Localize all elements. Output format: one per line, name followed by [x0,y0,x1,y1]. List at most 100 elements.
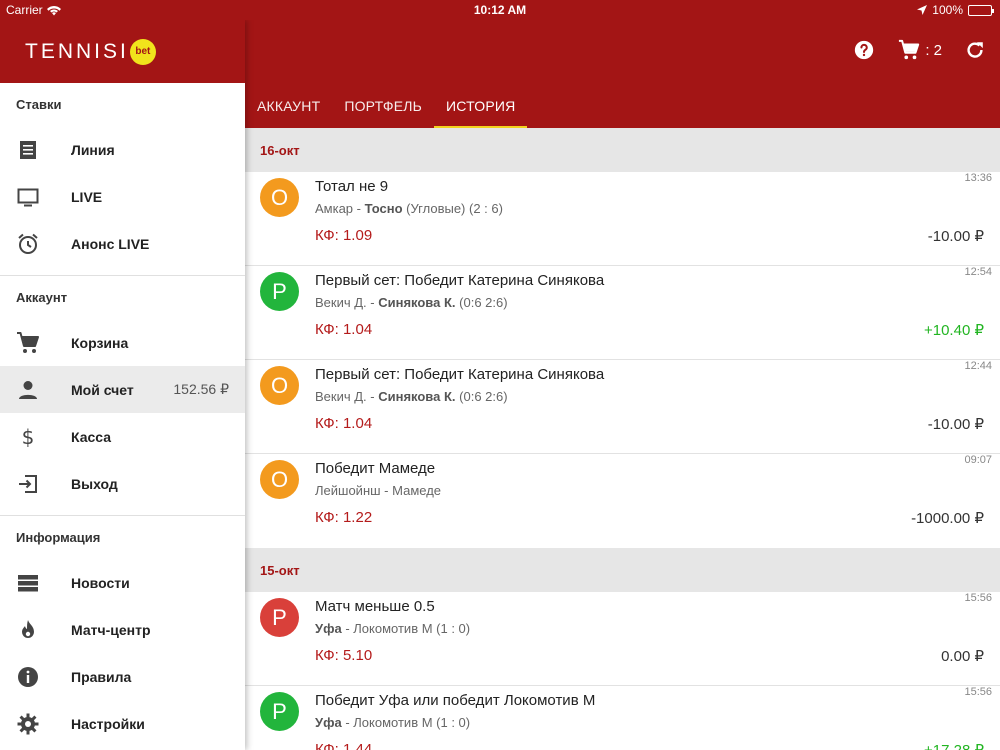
bet-coefficient: КФ: 1.22 [315,509,373,526]
section-title-info: Информация [16,530,101,545]
cart-icon [17,332,39,353]
bet-item[interactable]: О Победит Мамеде Лейшойнш - Мамеде КФ: 1… [245,454,1000,548]
team-b: Синякова К. [378,389,456,404]
nav-label: LIVE [71,188,103,205]
nav-label: Матч-центр [71,621,151,638]
nav-item-settings[interactable]: Настройки [0,700,245,747]
bet-title: Первый сет: Победит Катерина Синякова [315,272,605,289]
refresh-button[interactable] [964,39,986,61]
bet-status-avatar: Р [260,272,299,311]
nav-label: Новости [71,574,130,591]
bet-amount: -1000.00 ₽ [911,510,984,527]
team-a: Векич Д. [315,389,367,404]
bet-title: Победит Мамеде [315,460,436,477]
bet-amount: +17.28 ₽ [924,741,984,750]
bet-title: Первый сет: Победит Катерина Синякова [315,366,605,383]
event-extra: (0:6 2:6) [455,295,508,310]
team-separator: - [366,389,379,404]
section-title-bets: Ставки [16,97,62,112]
nav-item-live[interactable]: LIVE [0,173,245,220]
nav-label: Настройки [71,715,145,732]
history-list[interactable]: 16-окт О Тотал не 9 Амкар - Тосно (Углов… [245,128,1000,750]
monitor-icon [17,188,39,207]
bet-status-avatar: Р [260,692,299,731]
status-right: 100% [917,3,994,17]
nav-item-rules[interactable]: Правила [0,653,245,700]
exit-icon [19,475,37,493]
cart-button[interactable]: : 2 [897,39,942,61]
bet-event: Амкар - Тосно (Угловые) (2 : 6) [315,201,503,216]
bet-status-avatar: О [260,366,299,405]
bet-coefficient: КФ: 5.10 [315,647,373,664]
team-a: Уфа [315,621,342,636]
cart-icon [899,39,920,60]
section-title-account: Аккаунт [16,290,68,305]
person-icon [19,381,37,399]
bet-item[interactable]: Р Первый сет: Победит Катерина Синякова … [245,266,1000,360]
fire-icon [22,620,34,638]
drawer-header: TENNISI bet [0,20,245,83]
news-icon [18,575,38,592]
event-extra: (Угловые) (2 : 6) [402,201,503,216]
bet-event: Уфа - Локомотив М (1 : 0) [315,715,470,730]
nav-item-live-announce[interactable]: Анонс LIVE [0,220,245,267]
bet-time: 12:54 [964,266,992,278]
nav-label: Касса [71,428,112,445]
team-separator: - [366,295,379,310]
team-separator: - [341,715,354,730]
bet-time: 09:07 [964,454,992,466]
team-separator: - [380,483,393,498]
bet-coefficient: КФ: 1.04 [315,415,373,432]
tab-history[interactable]: ИСТОРИЯ [434,84,528,128]
bet-amount: -10.00 ₽ [927,228,984,245]
team-a: Амкар [315,201,354,216]
battery-percent: 100% [932,3,963,17]
nav-item-cashier[interactable]: $ Касса [0,413,245,460]
team-b: Тосно [364,201,403,216]
bet-coefficient: КФ: 1.04 [315,321,373,338]
bet-item[interactable]: Р Победит Уфа или победит Локомотив М Уф… [245,686,1000,750]
status-bar: Carrier 10:12 AM 100% [0,0,1000,20]
bet-coefficient: КФ: 1.09 [315,227,373,244]
team-a: Уфа [315,715,342,730]
location-arrow-icon [917,5,928,15]
team-b: Синякова К. [378,295,456,310]
bet-status-avatar: О [260,460,299,499]
team-a: Лейшойнш [315,483,381,498]
bet-item[interactable]: О Первый сет: Победит Катерина Синякова … [245,360,1000,454]
info-icon [18,667,38,687]
bet-coefficient: КФ: 1.44 [315,741,373,750]
bet-amount: +10.40 ₽ [923,322,984,339]
svg-text:$: $ [22,425,35,449]
nav-label: Правила [71,668,132,685]
date-header: 16-окт [245,128,1000,172]
settings-icon [17,713,39,735]
bet-time: 15:56 [964,592,992,604]
tennisi-logo[interactable]: TENNISI bet [25,39,156,65]
nav-item-match-center[interactable]: Матч-центр [0,606,245,653]
refresh-icon [967,42,983,58]
account-balance: 152.56 ₽ [173,381,229,397]
nav-item-logout[interactable]: Выход [0,460,245,507]
navigation-drawer: TENNISI bet Ставки Линия LIVE Анонс LIVE… [0,20,245,750]
bet-item[interactable]: Р Матч меньше 0.5 Уфа - Локомотив М (1 :… [245,592,1000,686]
nav-item-news[interactable]: Новости [0,559,245,606]
nav-item-cart[interactable]: Корзина [0,319,245,366]
bet-event: Уфа - Локомотив М (1 : 0) [315,621,470,636]
list-icon [20,141,36,159]
alarm-icon [18,233,38,254]
cart-count: : 2 [925,41,942,59]
help-circle-icon [855,40,874,60]
nav-item-my-account[interactable]: Мой счет 152.56 ₽ [0,366,245,413]
tab-bar: АККАУНТ ПОРТФЕЛЬ ИСТОРИЯ [245,84,528,128]
team-b: Локомотив М [353,621,433,636]
tab-account[interactable]: АККАУНТ [245,84,332,128]
help-button[interactable] [853,39,875,61]
team-a: Векич Д. [315,295,367,310]
tab-portfolio[interactable]: ПОРТФЕЛЬ [332,84,434,128]
nav-item-line[interactable]: Линия [0,126,245,173]
bet-item[interactable]: О Тотал не 9 Амкар - Тосно (Угловые) (2 … [245,172,1000,266]
bet-title: Матч меньше 0.5 [315,598,435,615]
status-time: 10:12 AM [473,3,527,17]
bet-event: Векич Д. - Синякова К. (0:6 2:6) [315,295,508,310]
